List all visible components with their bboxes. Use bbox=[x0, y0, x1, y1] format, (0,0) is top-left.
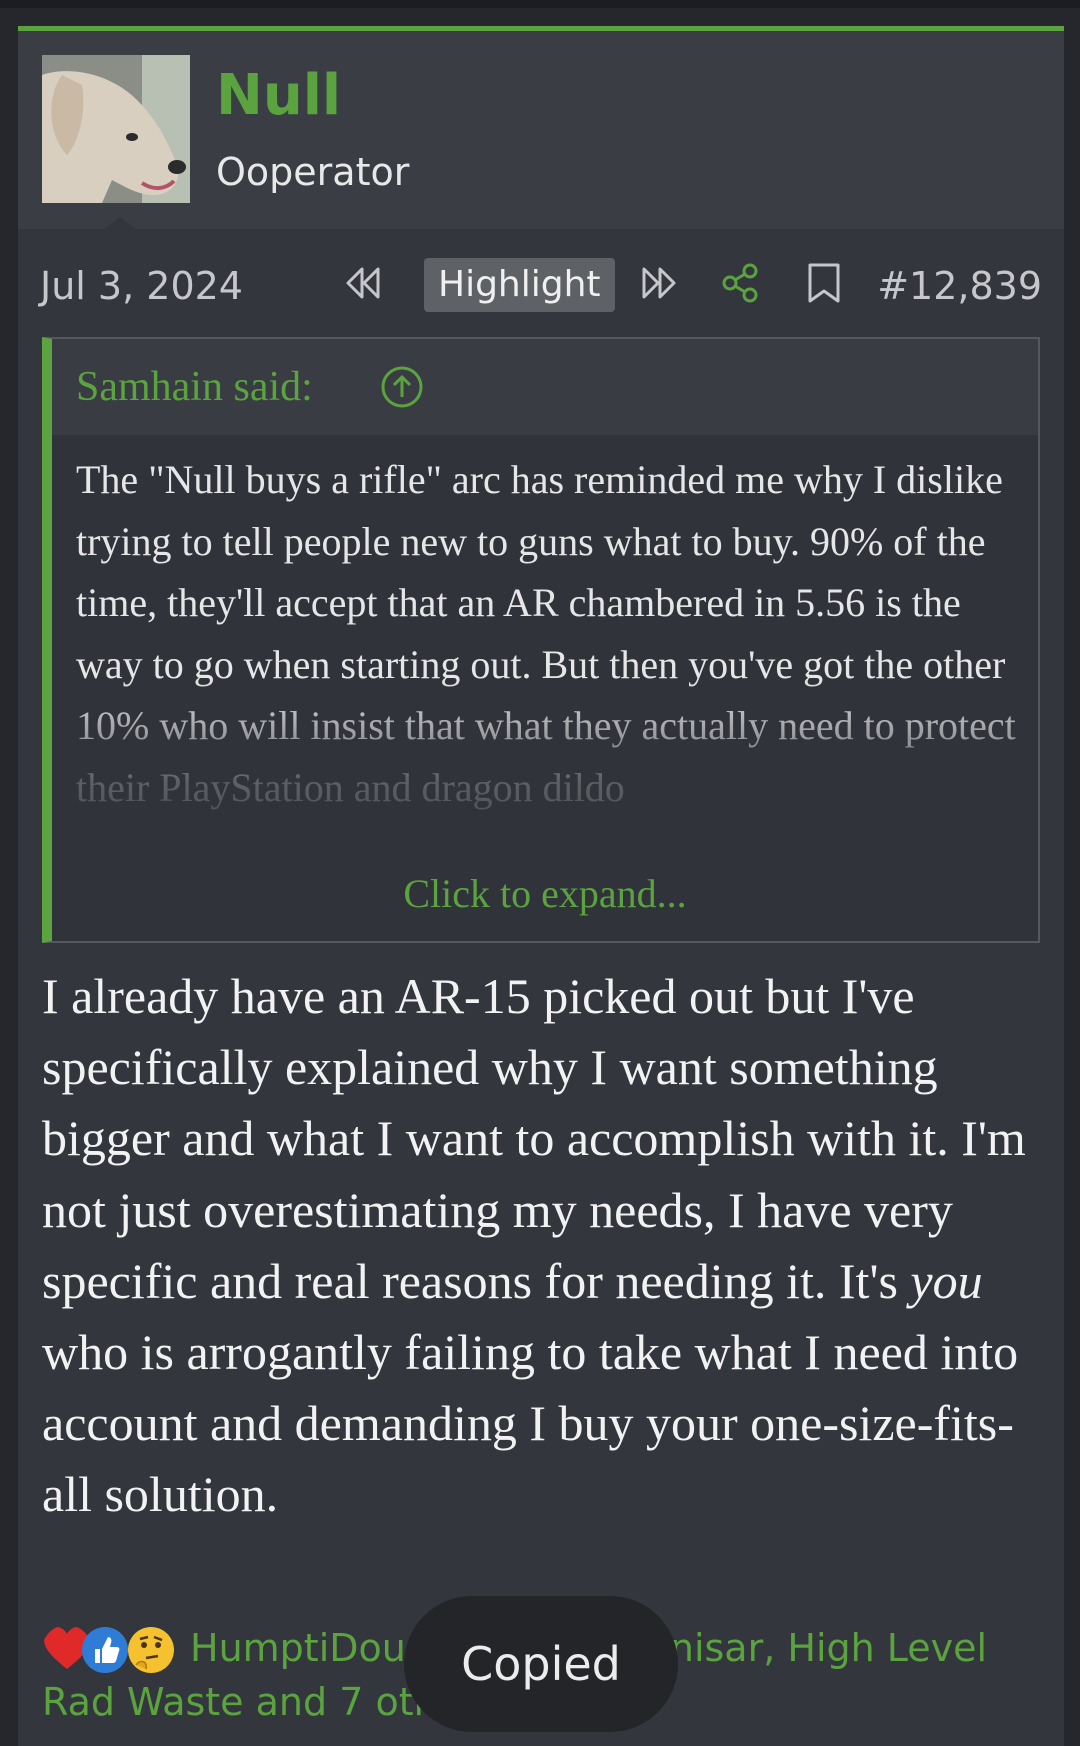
avatar[interactable] bbox=[42, 55, 190, 203]
share-icon[interactable] bbox=[718, 261, 762, 309]
post-message: I already have an AR-15 picked out but I… bbox=[42, 961, 1042, 1531]
user-title: Ooperator bbox=[216, 150, 410, 194]
message-text-1: I already have an AR-15 picked out but I… bbox=[42, 968, 1026, 1309]
post-date[interactable]: Jul 3, 2024 bbox=[40, 261, 243, 311]
top-bar bbox=[0, 0, 1080, 8]
dog-avatar-image bbox=[42, 55, 190, 203]
post-number-link[interactable]: #12,839 bbox=[877, 261, 1042, 311]
expand-quote-link[interactable]: Click to expand... bbox=[52, 869, 1038, 919]
rewind-icon[interactable] bbox=[342, 261, 386, 309]
post-meta-bar: Jul 3, 2024 Highlight #12,839 bbox=[18, 253, 1064, 321]
quote-author[interactable]: Samhain said: bbox=[76, 361, 313, 413]
thinking-icon bbox=[128, 1627, 174, 1673]
thumbs-up-icon bbox=[82, 1627, 128, 1673]
reactors-right[interactable]: nisar, High Level bbox=[670, 1626, 987, 1670]
message-text-2: who is arrogantly failing to take what I… bbox=[42, 1324, 1019, 1523]
copied-toast: Copied bbox=[404, 1596, 678, 1732]
fast-forward-icon[interactable] bbox=[636, 261, 680, 309]
avatar-caret bbox=[104, 217, 136, 229]
arrow-up-circle-icon[interactable] bbox=[380, 365, 424, 413]
quote-header: Samhain said: bbox=[52, 339, 1038, 435]
quote-block[interactable]: Samhain said: The "Null buys a rifle" ar… bbox=[42, 337, 1040, 943]
username[interactable]: Null bbox=[216, 61, 341, 131]
post-container: Null Ooperator Jul 3, 2024 Highlight #12… bbox=[18, 26, 1064, 1746]
message-emphasis: you bbox=[910, 1252, 983, 1309]
post-header: Null Ooperator bbox=[18, 31, 1064, 229]
highlight-button[interactable]: Highlight bbox=[424, 258, 615, 312]
bookmark-icon[interactable] bbox=[804, 261, 844, 309]
reactors-left[interactable]: HumptiDou bbox=[190, 1626, 406, 1670]
reaction-icons[interactable] bbox=[42, 1621, 182, 1681]
quote-fade-overlay bbox=[52, 679, 1038, 849]
